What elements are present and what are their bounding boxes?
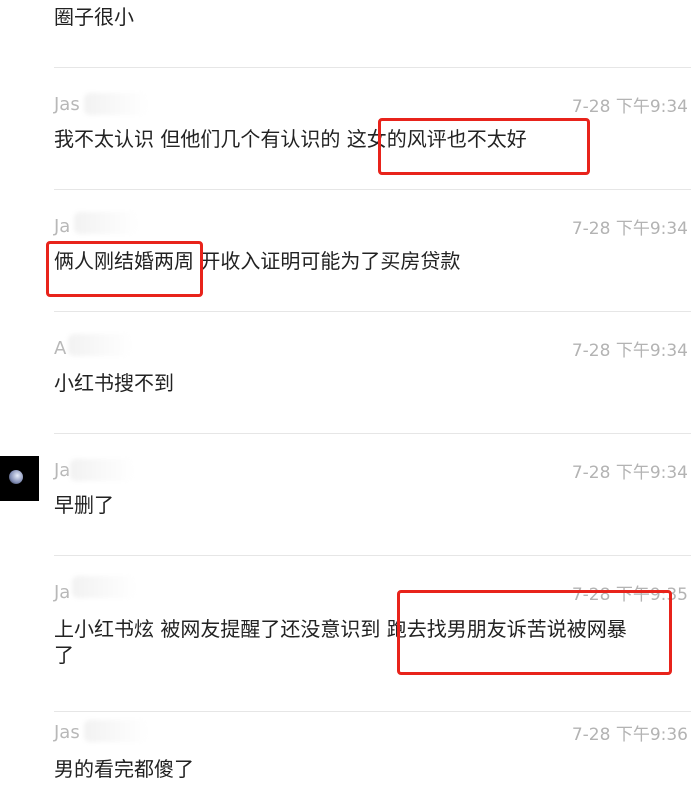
message-time: 7-28 下午9:34 [571,463,688,483]
message-text: 圈子很小 [54,5,134,29]
message-time: 7-28 下午9:36 [571,725,688,745]
name-blur-mask [84,93,148,115]
sender-name: A [54,338,67,359]
message-time: 7-28 下午9:34 [571,219,688,239]
name-blur-mask [74,212,138,234]
message-text: 男的看完都傻了 [54,757,194,781]
message-time: 7-28 下午9:34 [571,97,688,117]
highlight-box [378,118,590,175]
highlight-box [46,241,203,297]
sender-name: Ja [54,460,71,481]
message-item: A 7-28 下午9:34 小红书搜不到 [0,312,691,432]
sender-name: Jas [54,722,80,743]
highlight-box [397,590,672,675]
message-text: 早删了 [54,493,114,517]
name-blur-mask [84,720,148,742]
message-item: Jas 7-28 下午9:36 男的看完都傻了 [0,712,691,788]
message-text-line2: 了 [54,643,74,667]
sender-name: Ja [54,216,71,237]
name-blur-mask [70,459,134,481]
name-blur-mask [68,334,132,356]
sender-name: Ja [54,582,71,603]
message-item: Ja 7-28 下午9:34 早删了 [0,434,691,554]
message-text: 小红书搜不到 [54,371,174,395]
message-time: 7-28 下午9:34 [571,341,688,361]
sender-name: Jas [54,94,80,115]
name-blur-mask [72,576,136,598]
